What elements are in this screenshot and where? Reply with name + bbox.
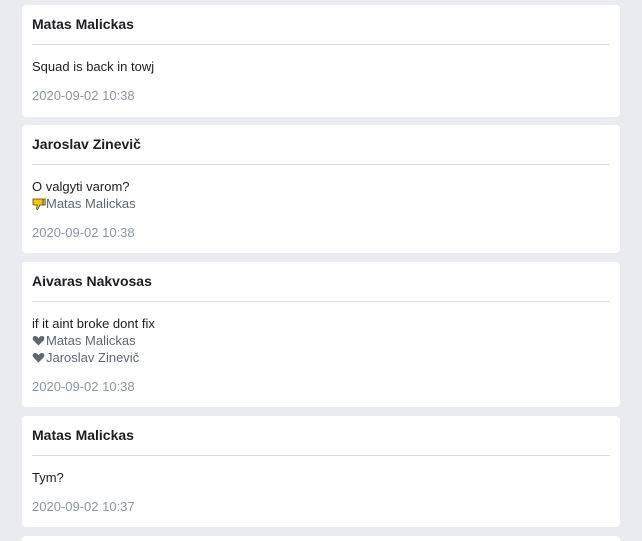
reaction-item: Matas Malickas (32, 332, 610, 349)
post-card: Aivaras Nakvosas if it aint broke dont f… (22, 262, 620, 407)
post-card: Jaroslav Zinevič O valgyti varom? Matas … (22, 125, 620, 253)
reaction-item: Matas Malickas (32, 195, 610, 212)
post-text: Squad is back in towj (32, 59, 155, 74)
post-author[interactable]: Jaroslav Zinevič (32, 125, 610, 155)
reaction-user: Jaroslav Zinevič (46, 350, 140, 365)
heart-icon (32, 334, 45, 347)
thumbs-down-icon (32, 197, 46, 210)
post-text: if it aint broke dont fix (32, 316, 155, 331)
post-author[interactable]: Matas Malickas (32, 416, 610, 446)
message-feed: Matas Malickas Squad is back in towj 202… (0, 0, 642, 541)
post-text: Tym? (32, 470, 64, 485)
post-timestamp: 2020-09-02 10:38 (32, 379, 135, 394)
post-author[interactable]: Aivaras Nakvosas (32, 262, 610, 292)
reaction-item: Jaroslav Zinevič (32, 349, 610, 366)
post-author[interactable]: Matas Malickas (32, 5, 610, 35)
post-timestamp: 2020-09-02 10:37 (32, 499, 135, 514)
post-text: O valgyti varom? (32, 179, 130, 194)
post-card: Matas Malickas Squad is back in towj 202… (22, 5, 620, 117)
post-card (22, 536, 620, 541)
reaction-user: Matas Malickas (46, 196, 136, 211)
post-card: Matas Malickas Tym? 2020-09-02 10:37 (22, 416, 620, 527)
post-timestamp: 2020-09-02 10:38 (32, 225, 135, 240)
heart-icon (32, 351, 45, 364)
reaction-user: Matas Malickas (46, 333, 136, 348)
post-timestamp: 2020-09-02 10:38 (32, 88, 135, 103)
